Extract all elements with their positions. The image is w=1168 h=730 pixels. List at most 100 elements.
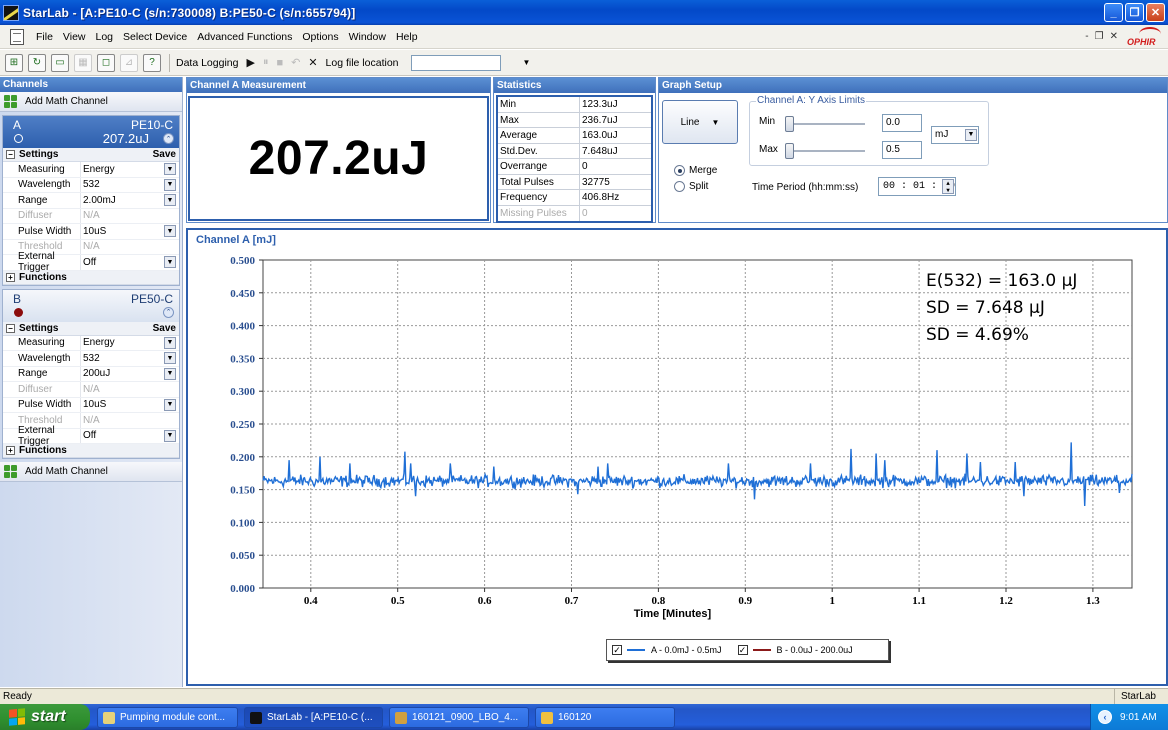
property-value[interactable]: 532 ▼ (80, 351, 179, 366)
settings-section-header[interactable]: − Settings Save (3, 321, 179, 336)
property-row-pulse-width[interactable]: Pulse Width 10uS ▼ (3, 397, 179, 413)
channel-a-header[interactable]: A PE10-C 207.2uJ ⌃ (3, 116, 179, 148)
property-value[interactable]: Energy ▼ (80, 335, 179, 350)
add-math-channel-button[interactable]: Add Math Channel (0, 92, 182, 112)
split-radio[interactable]: Split (674, 181, 708, 192)
document-icon[interactable] (10, 28, 24, 45)
collapse-icon[interactable]: ⌃ (163, 306, 174, 318)
dropdown-arrow-icon[interactable]: ▼ (164, 178, 176, 191)
menu-select-device[interactable]: Select Device (118, 31, 192, 43)
min-slider[interactable] (785, 116, 865, 132)
property-value[interactable]: 200uJ ▼ (80, 366, 179, 381)
menu-file[interactable]: File (31, 31, 58, 43)
min-input[interactable]: 0.0 (882, 114, 922, 132)
dropdown-arrow-icon[interactable]: ▼ (164, 225, 176, 238)
series-b-checkbox[interactable]: ✓ (737, 645, 748, 655)
max-input[interactable]: 0.5 (882, 141, 922, 159)
help-icon[interactable]: ? (143, 53, 161, 72)
chart-annotation: SD = 7.648 µJ (926, 298, 1045, 318)
max-slider[interactable] (785, 143, 865, 159)
functions-section-header[interactable]: + Functions (3, 444, 179, 458)
refresh-icon[interactable]: ↻ (28, 53, 46, 72)
property-row-range[interactable]: Range 2.00mJ ▼ (3, 193, 179, 209)
mdi-restore-button[interactable]: ❐ (1095, 31, 1104, 42)
dropdown-arrow-icon[interactable]: ▼ (164, 336, 176, 349)
pause-button[interactable]: ⏸ (263, 56, 269, 69)
minimize-button[interactable]: _ (1104, 3, 1123, 22)
channel-b-header[interactable]: B PE50-C ⌃ (3, 289, 179, 322)
merge-radio-icon[interactable] (674, 165, 685, 176)
merge-radio[interactable]: Merge (674, 165, 717, 176)
graph-type-button[interactable]: Line ▼ (662, 100, 738, 144)
menu-options[interactable]: Options (297, 31, 343, 43)
taskbar-item[interactable]: StarLab - [A:PE10-C (... (244, 707, 383, 728)
property-value[interactable]: 2.00mJ ▼ (80, 193, 179, 208)
time-period-input[interactable]: 00 : 01 : 00 ▲ ▼ (878, 177, 956, 196)
property-row-measuring[interactable]: Measuring Energy ▼ (3, 162, 179, 178)
functions-section-header[interactable]: + Functions (3, 270, 179, 285)
save-button[interactable]: Save (153, 323, 176, 334)
undo-icon[interactable]: ↶ (291, 56, 300, 69)
property-row-pulse-width[interactable]: Pulse Width 10uS ▼ (3, 224, 179, 240)
property-row-wavelength[interactable]: Wavelength 532 ▼ (3, 351, 179, 367)
taskbar-item[interactable]: 160120 (535, 707, 675, 728)
start-button[interactable]: start (0, 704, 90, 730)
close-button[interactable]: ✕ (1146, 3, 1165, 22)
collapse-box-icon[interactable]: − (6, 323, 15, 333)
restore-button[interactable]: ❐ (1125, 3, 1144, 22)
play-button[interactable]: ▶ (246, 56, 254, 69)
spinner-icon[interactable]: ▲ ▼ (942, 179, 954, 194)
expand-box-icon[interactable]: + (6, 272, 15, 282)
property-row-measuring[interactable]: Measuring Energy ▼ (3, 335, 179, 351)
dropdown-arrow-icon[interactable]: ▼ (164, 163, 176, 176)
mdi-close-button[interactable]: ✕ (1110, 31, 1118, 42)
dropdown-arrow-icon[interactable]: ▼ (164, 256, 176, 269)
stop-button[interactable]: ■ (276, 57, 283, 69)
dropdown-arrow-icon[interactable]: ▼ (164, 352, 176, 365)
property-value[interactable]: 10uS ▼ (80, 224, 179, 239)
save-button[interactable]: Save (153, 149, 176, 160)
dropdown-arrow-icon[interactable]: ▼ (164, 367, 176, 380)
collapse-icon[interactable]: ⌃ (163, 133, 174, 144)
dropdown-arrow-icon[interactable]: ▼ (164, 194, 176, 207)
chart-icon[interactable]: ⊿ (120, 53, 138, 72)
property-value[interactable]: Off ▼ (80, 428, 179, 443)
min-slider-thumb[interactable] (785, 116, 794, 132)
taskbar-item[interactable]: Pumping module cont... (97, 707, 238, 728)
chart-svg[interactable]: 0.000 0.050 0.100 0.150 0.200 0.250 0.300 0.350… (188, 230, 1166, 684)
collapse-box-icon[interactable]: − (6, 150, 15, 159)
menu-log[interactable]: Log (91, 31, 119, 43)
dropdown-arrow-icon[interactable]: ▼ (164, 429, 176, 442)
dropdown-arrow-icon[interactable]: ▼ (965, 129, 977, 141)
tools-icon[interactable]: ✕ (308, 56, 317, 69)
property-value[interactable]: 10uS ▼ (80, 397, 179, 412)
toolbar-dropdown-icon[interactable]: ▼ (523, 58, 531, 67)
expand-box-icon[interactable]: + (6, 446, 15, 455)
log-file-input[interactable] (410, 54, 501, 71)
grid-icon[interactable]: ▦ (74, 53, 92, 72)
menu-view[interactable]: View (58, 31, 91, 43)
property-value[interactable]: 532 ▼ (80, 177, 179, 192)
add-math-channel-button[interactable]: Add Math Channel (0, 462, 182, 482)
property-row-range[interactable]: Range 200uJ ▼ (3, 366, 179, 382)
taskbar-item[interactable]: 160121_0900_LBO_4... (389, 707, 529, 728)
window-icon[interactable]: ▭ (51, 53, 69, 72)
menu-window[interactable]: Window (344, 31, 391, 43)
network-tray-icon[interactable]: ‹ (1098, 710, 1112, 724)
settings-section-header[interactable]: − Settings Save (3, 148, 179, 162)
mdi-minimize-button[interactable]: - (1085, 31, 1088, 42)
device-icon[interactable]: ⊞ (5, 53, 23, 72)
max-slider-thumb[interactable] (785, 143, 794, 159)
frame-icon[interactable]: ◻ (97, 53, 115, 72)
property-row-external-trigger[interactable]: External Trigger Off ▼ (3, 251, 179, 273)
property-row-wavelength[interactable]: Wavelength 532 ▼ (3, 177, 179, 193)
property-row-external-trigger[interactable]: External Trigger Off ▼ (3, 425, 179, 447)
property-value[interactable]: Energy ▼ (80, 162, 179, 177)
series-a-checkbox[interactable]: ✓ (612, 645, 622, 655)
menu-help[interactable]: Help (391, 31, 423, 43)
unit-select[interactable]: mJ ▼ (931, 126, 979, 144)
menu-advanced-functions[interactable]: Advanced Functions (192, 31, 297, 43)
property-value[interactable]: Off ▼ (80, 255, 179, 270)
dropdown-arrow-icon[interactable]: ▼ (164, 398, 176, 411)
split-radio-icon[interactable] (674, 181, 685, 192)
